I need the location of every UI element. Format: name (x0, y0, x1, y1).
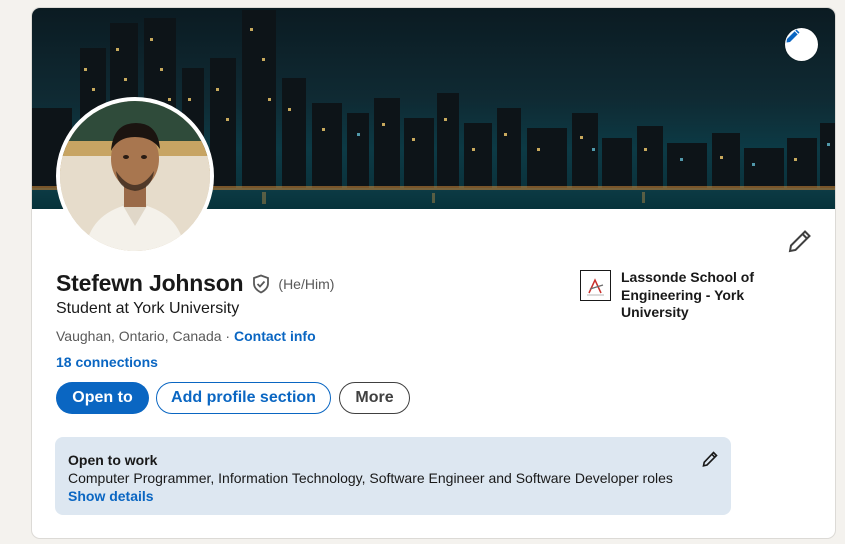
open-to-button[interactable]: Open to (56, 382, 149, 414)
more-button[interactable]: More (339, 382, 410, 414)
profile-headline: Student at York University (56, 300, 240, 317)
open-to-work-box: Open to work Computer Programmer, Inform… (55, 437, 731, 515)
contact-info-link[interactable]: Contact info (234, 328, 316, 344)
pencil-icon (786, 29, 800, 43)
separator: · (221, 328, 234, 344)
location: Vaughan, Ontario, Canada (56, 328, 222, 344)
edit-cover-button[interactable] (785, 28, 818, 61)
school-logo-mark (581, 271, 610, 300)
name-row: Stefewn Johnson (He/Him) (56, 270, 334, 297)
add-profile-section-button[interactable]: Add profile section (156, 382, 331, 414)
person-portrait-image (60, 101, 210, 251)
show-details-link[interactable]: Show details (68, 487, 718, 505)
open-to-work-roles: Computer Programmer, Information Technol… (68, 470, 673, 486)
profile-photo[interactable] (56, 97, 214, 255)
open-to-work-title: Open to work (68, 452, 158, 468)
profile-name: Stefewn Johnson (56, 270, 244, 296)
pronouns: (He/Him) (278, 275, 335, 292)
profile-card: Stefewn Johnson (He/Him) Student at York… (31, 7, 836, 539)
pencil-icon (788, 230, 811, 253)
school-name: Lassonde School of Engineering - York Un… (621, 269, 755, 320)
school-logo (580, 270, 611, 301)
connections-link[interactable]: 18 connections (56, 354, 158, 370)
location-row: Vaughan, Ontario, Canada · Contact info (56, 328, 316, 344)
pencil-icon[interactable] (701, 450, 719, 468)
education-entry[interactable]: Lassonde School of Engineering - York Un… (580, 269, 771, 322)
edit-intro-button[interactable] (787, 228, 813, 254)
shield-check-icon[interactable] (251, 274, 271, 294)
